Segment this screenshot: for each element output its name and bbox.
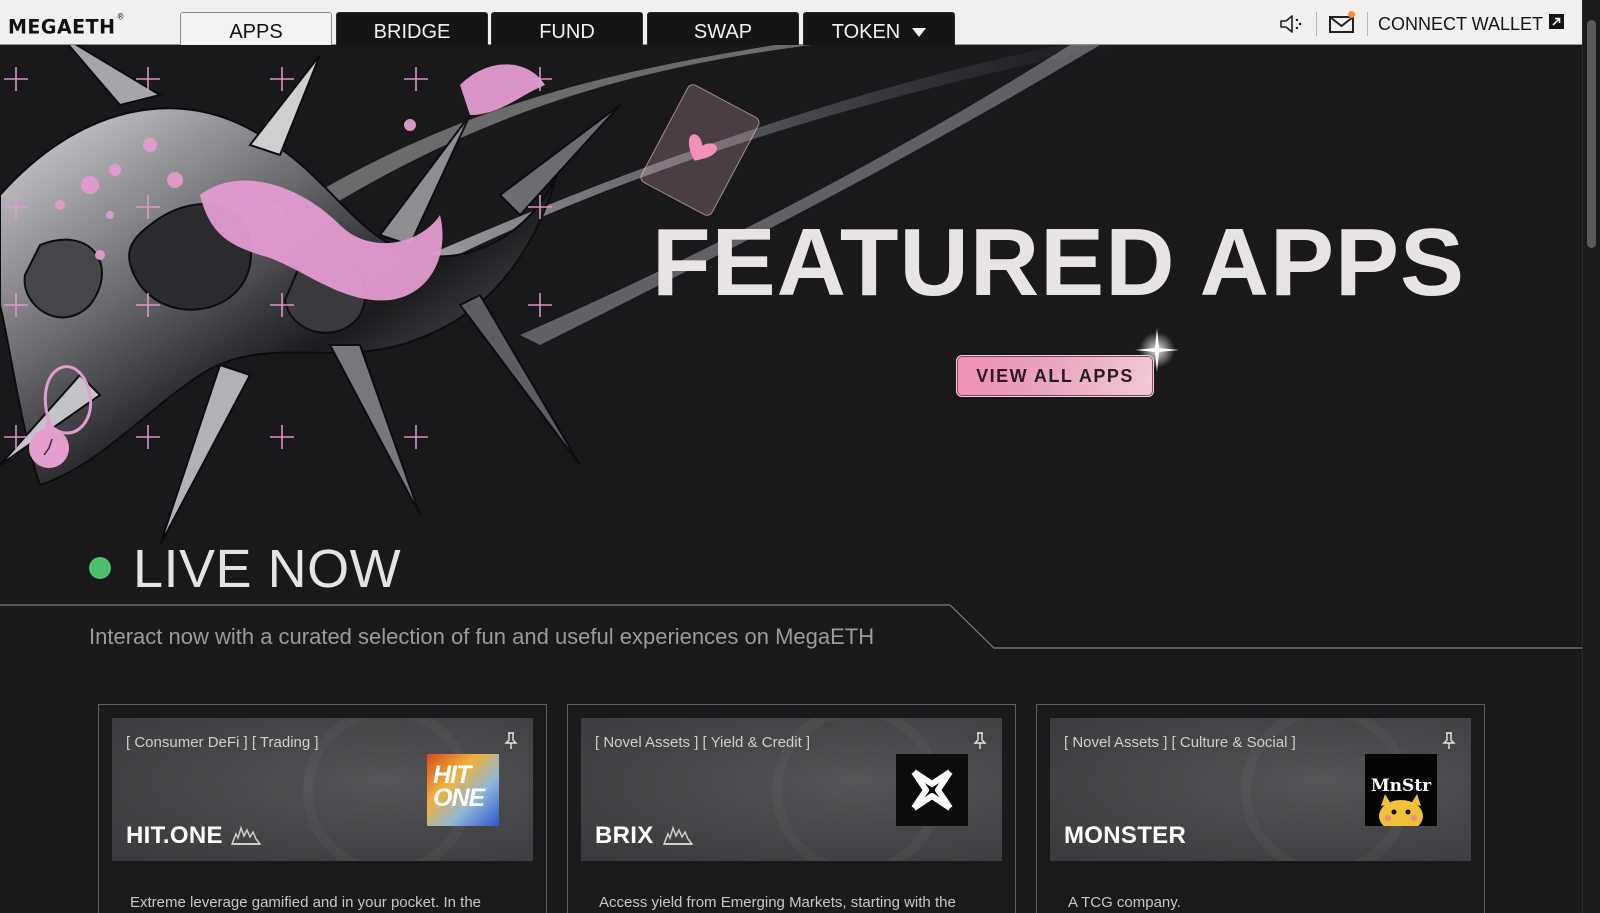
chevron-down-icon: [912, 28, 927, 37]
tab-token-label: TOKEN: [831, 21, 901, 43]
connect-wallet-button[interactable]: CONNECT WALLET: [1377, 13, 1564, 35]
app-card-banner: [ Novel Assets ] [ Yield & Credit ] BRIX: [581, 718, 1002, 861]
page-scrollbar[interactable]: [1582, 0, 1600, 913]
flame-icon: [230, 825, 262, 845]
tab-token[interactable]: TOKEN: [803, 12, 955, 45]
logo-text: MEGAETH: [8, 15, 116, 39]
pin-icon[interactable]: [972, 732, 988, 750]
app-card-tags: [ Consumer DeFi ] [ Trading ]: [126, 734, 319, 751]
live-status-dot: [89, 557, 111, 579]
connect-wallet-label: CONNECT WALLET: [1377, 13, 1543, 34]
top-nav-bar: MEGAETH® APPS BRIDGE FUND SWAP TOKEN CON…: [0, 0, 1582, 45]
notification-dot: [1347, 11, 1355, 18]
app-card-name: BRIX: [595, 822, 654, 849]
speaker-icon[interactable]: [1276, 11, 1306, 37]
pin-icon[interactable]: [503, 732, 519, 750]
app-card-monster[interactable]: [ Novel Assets ] [ Culture & Social ] MO…: [1036, 704, 1485, 913]
external-link-icon: [1549, 13, 1564, 29]
flame-icon: [662, 825, 694, 845]
brix-logo: [896, 754, 968, 826]
logo-registered-mark: ®: [116, 11, 126, 22]
app-card-tags: [ Novel Assets ] [ Culture & Social ]: [1064, 734, 1296, 751]
app-card-description: Extreme leverage gamified and in your po…: [130, 894, 482, 911]
tab-bridge[interactable]: BRIDGE: [336, 12, 488, 45]
app-card-name: MONSTER: [1064, 822, 1187, 849]
nav-actions: CONNECT WALLET: [1276, 10, 1564, 38]
nav-separator: [1366, 12, 1368, 36]
app-card-name: HIT.ONE: [126, 822, 223, 849]
app-card-hit-one[interactable]: [ Consumer DeFi ] [ Trading ] HIT.ONE HI…: [98, 704, 547, 913]
tab-swap-label: SWAP: [693, 21, 753, 43]
app-card-banner: [ Novel Assets ] [ Culture & Social ] MO…: [1050, 718, 1471, 861]
featured-apps-title: FEATURED APPS: [652, 209, 1466, 316]
monster-logo: MnStr: [1365, 754, 1437, 826]
tab-apps[interactable]: APPS: [180, 12, 332, 45]
megaeth-logo[interactable]: MEGAETH®: [8, 11, 126, 39]
app-card-brix[interactable]: [ Novel Assets ] [ Yield & Credit ] BRIX…: [567, 704, 1016, 913]
hit-one-logo-text-bottom: ONE: [433, 784, 485, 812]
tab-swap[interactable]: SWAP: [647, 12, 799, 45]
pin-icon[interactable]: [1441, 732, 1457, 750]
scrollbar-thumb[interactable]: [1587, 20, 1596, 248]
nav-separator: [1315, 12, 1317, 36]
mail-icon[interactable]: [1327, 11, 1357, 37]
app-card-description: A TCG company.: [1068, 894, 1181, 911]
app-card-tags: [ Novel Assets ] [ Yield & Credit ]: [595, 734, 811, 751]
view-all-apps-button[interactable]: VIEW ALL APPS: [956, 355, 1154, 397]
tab-apps-label: APPS: [229, 21, 283, 43]
app-card-banner: [ Consumer DeFi ] [ Trading ] HIT.ONE HI…: [112, 718, 533, 861]
tab-fund[interactable]: FUND: [491, 12, 643, 45]
tab-bridge-label: BRIDGE: [373, 21, 451, 43]
tab-fund-label: FUND: [539, 21, 595, 43]
live-now-subtitle: Interact now with a curated selection of…: [89, 624, 875, 649]
hit-one-logo: HIT ONE: [427, 754, 499, 826]
live-now-title: LIVE NOW: [133, 539, 402, 599]
app-card-description: Access yield from Emerging Markets, star…: [599, 894, 956, 911]
